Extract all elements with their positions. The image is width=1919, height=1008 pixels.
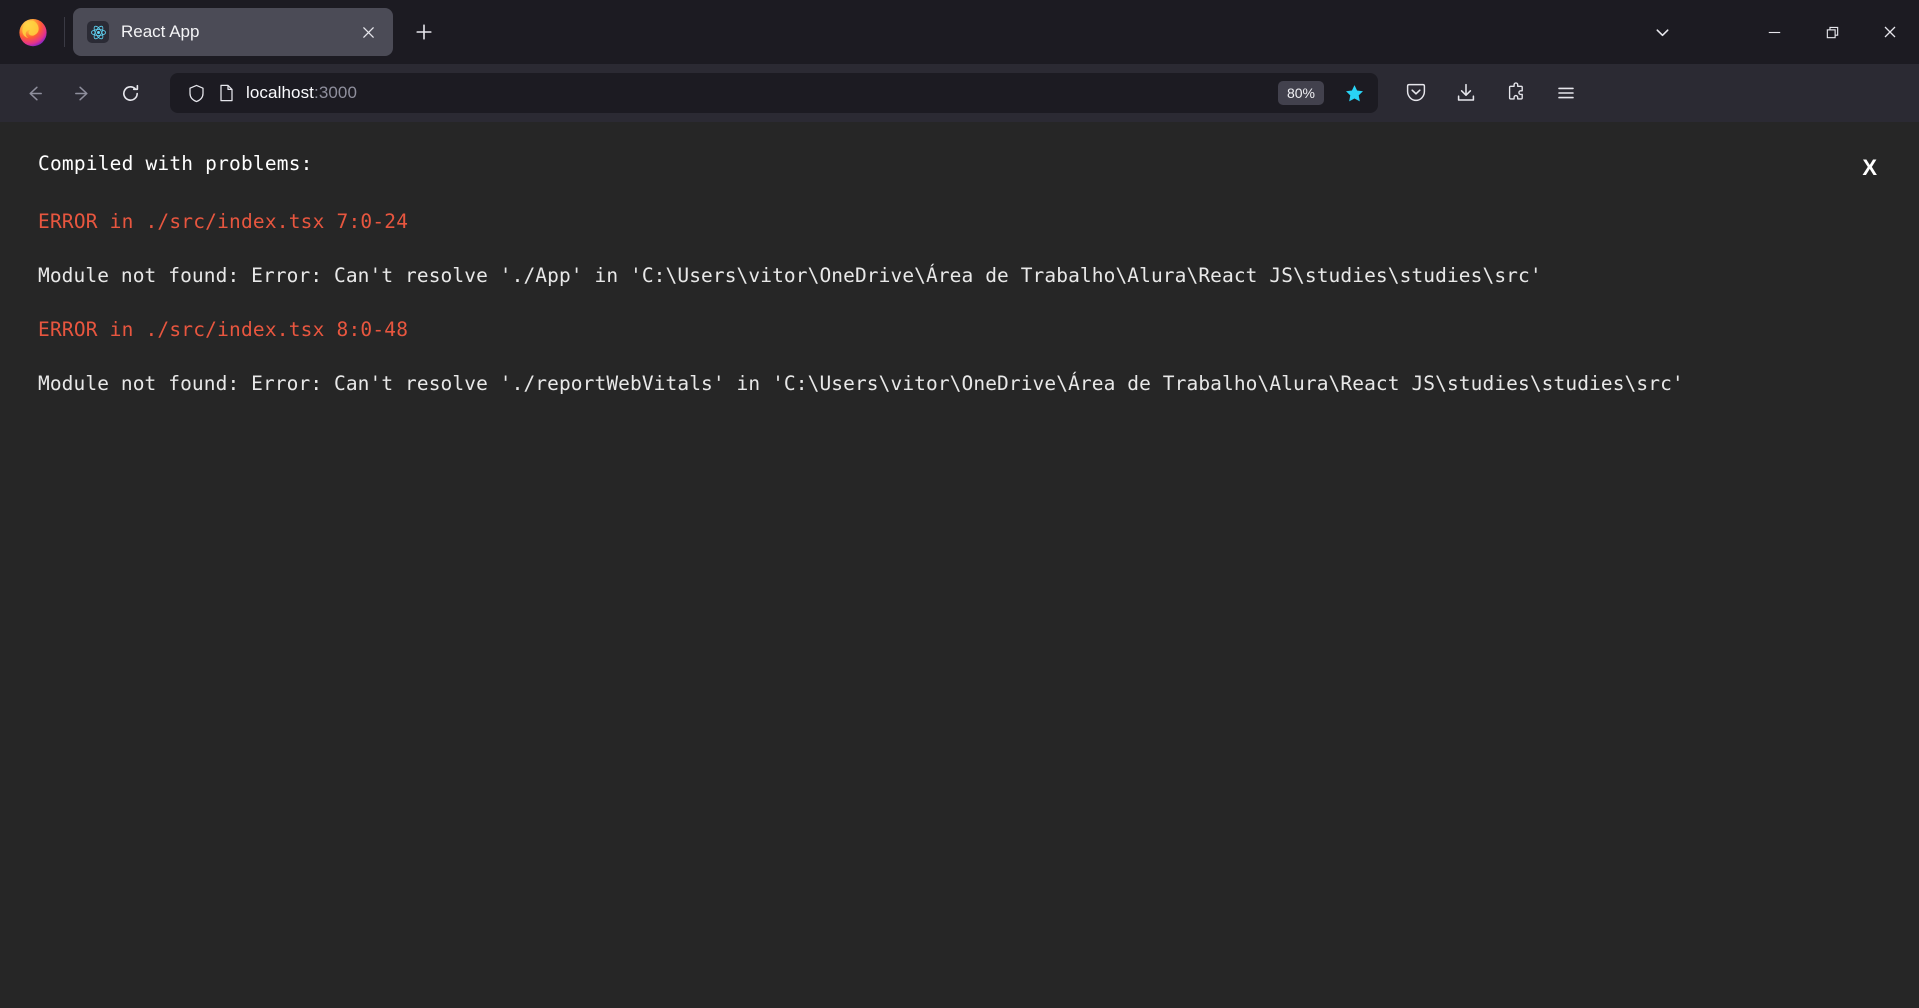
chevron-down-icon[interactable] (1639, 12, 1685, 52)
react-logo-icon (87, 21, 109, 43)
url-port: :3000 (314, 83, 358, 102)
new-tab-button[interactable] (405, 13, 443, 51)
reload-button[interactable] (108, 73, 152, 113)
window-controls (1639, 0, 1919, 64)
overlay-title: Compiled with problems: (38, 152, 313, 175)
overlay-dismiss-button[interactable]: X (1854, 153, 1885, 183)
error-entry: ERROR in ./src/index.tsx 8:0-48 Module n… (38, 316, 1885, 399)
navigation-toolbar: localhost:3000 80% (0, 64, 1919, 122)
extensions-icon[interactable] (1494, 73, 1538, 113)
error-location: ERROR in ./src/index.tsx 8:0-48 (38, 317, 409, 341)
app-menu-icon[interactable] (1544, 73, 1588, 113)
browser-window: React App localhost:3000 80% Compiled wi… (0, 0, 1919, 1008)
pocket-icon[interactable] (1394, 73, 1438, 113)
close-icon[interactable] (355, 19, 381, 45)
star-icon[interactable] (1338, 77, 1370, 109)
firefox-logo (16, 15, 50, 49)
error-location: ERROR in ./src/index.tsx 7:0-24 (38, 210, 409, 233)
minimize-button[interactable] (1745, 0, 1803, 64)
close-window-button[interactable] (1861, 0, 1919, 64)
address-bar[interactable]: localhost:3000 80% (170, 73, 1378, 113)
zoom-level-badge[interactable]: 80% (1277, 81, 1324, 105)
restore-maximize-button[interactable] (1803, 0, 1861, 64)
url-host: localhost (246, 83, 314, 102)
error-entry: ERROR in ./src/index.tsx 7:0-24 Module n… (38, 208, 1885, 291)
react-error-overlay: Compiled with problems: X ERROR in ./src… (0, 122, 1919, 1008)
tabstrip-divider (64, 17, 65, 47)
tab-title: React App (121, 22, 200, 41)
error-message: Module not found: Error: Can't resolve '… (38, 371, 1684, 395)
tab-strip: React App (0, 0, 1919, 64)
url-text[interactable]: localhost:3000 (246, 83, 1268, 103)
error-message: Module not found: Error: Can't resolve '… (38, 264, 1542, 288)
toolbar-right-buttons (1394, 73, 1588, 113)
downloads-icon[interactable] (1444, 73, 1488, 113)
forward-button[interactable] (60, 73, 104, 113)
tab-react-app[interactable]: React App (73, 8, 393, 56)
page-document-icon[interactable] (216, 83, 236, 103)
shield-icon[interactable] (186, 83, 206, 103)
page-content: Compiled with problems: X ERROR in ./src… (0, 122, 1919, 1008)
overlay-header: Compiled with problems: X (38, 150, 1885, 183)
back-button[interactable] (12, 73, 56, 113)
